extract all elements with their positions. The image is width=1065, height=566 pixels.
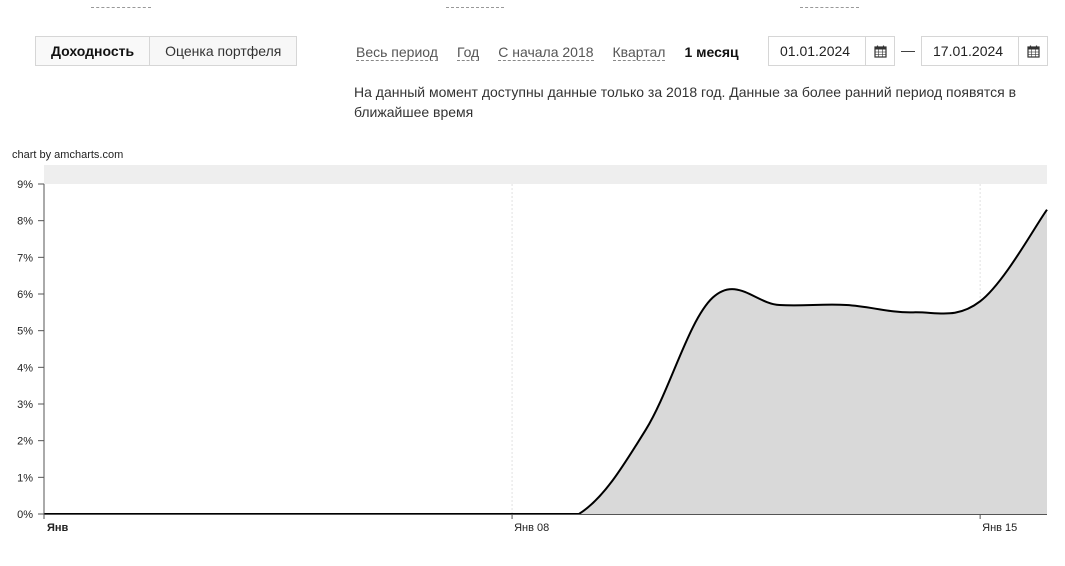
date-to-value[interactable]: 17.01.2024 bbox=[922, 37, 1018, 65]
y-tick-label: 6% bbox=[17, 289, 33, 301]
date-from-value[interactable]: 01.01.2024 bbox=[769, 37, 865, 65]
date-to-field[interactable]: 17.01.2024 bbox=[921, 36, 1048, 66]
y-tick-label: 8% bbox=[17, 216, 33, 228]
top-stub-left bbox=[91, 0, 151, 8]
yield-area-chart: 0% 1% 2% 3% 4% 5% 6% 7% 8% 9% Янв Янв 08 Янв 15 bbox=[17, 165, 1048, 534]
chart-top-band bbox=[44, 165, 1047, 184]
period-1-month[interactable]: 1 месяц bbox=[684, 44, 738, 61]
data-availability-notice: На данный момент доступны данные только … bbox=[354, 84, 1017, 120]
top-stub-middle bbox=[446, 0, 504, 8]
tab-portfolio-value[interactable]: Оценка портфеля bbox=[150, 37, 297, 65]
x-tick-label: Янв 15 bbox=[982, 522, 1017, 534]
calendar-icon[interactable] bbox=[1018, 37, 1047, 65]
y-tick-label: 4% bbox=[17, 362, 33, 374]
yield-area-fill bbox=[44, 209, 1047, 514]
y-tick-label: 7% bbox=[17, 252, 33, 264]
x-tick-label: Янв bbox=[47, 522, 69, 534]
period-year[interactable]: Год bbox=[456, 44, 480, 61]
y-tick-label: 1% bbox=[17, 472, 33, 484]
period-selector: Весь период Год С начала 2018 Квартал 1 … bbox=[356, 44, 739, 61]
y-tick-label: 9% bbox=[17, 179, 33, 191]
top-stub-right bbox=[800, 0, 859, 8]
chart-mode-tabs: Доходность Оценка портфеля bbox=[35, 36, 298, 66]
y-tick-label: 0% bbox=[17, 509, 33, 521]
date-from-field[interactable]: 01.01.2024 bbox=[768, 36, 895, 66]
period-since-2018[interactable]: С начала 2018 bbox=[498, 44, 594, 61]
calendar-icon[interactable] bbox=[865, 37, 894, 65]
period-quarter[interactable]: Квартал bbox=[612, 44, 666, 61]
period-all-time[interactable]: Весь период bbox=[356, 44, 438, 61]
date-range-separator: — bbox=[901, 42, 915, 58]
x-tick-label: Янв 08 bbox=[514, 522, 549, 534]
tab-yield[interactable]: Доходность bbox=[36, 37, 151, 65]
y-tick-label: 3% bbox=[17, 399, 33, 411]
y-tick-label: 2% bbox=[17, 436, 33, 448]
y-tick-label: 5% bbox=[17, 326, 33, 338]
